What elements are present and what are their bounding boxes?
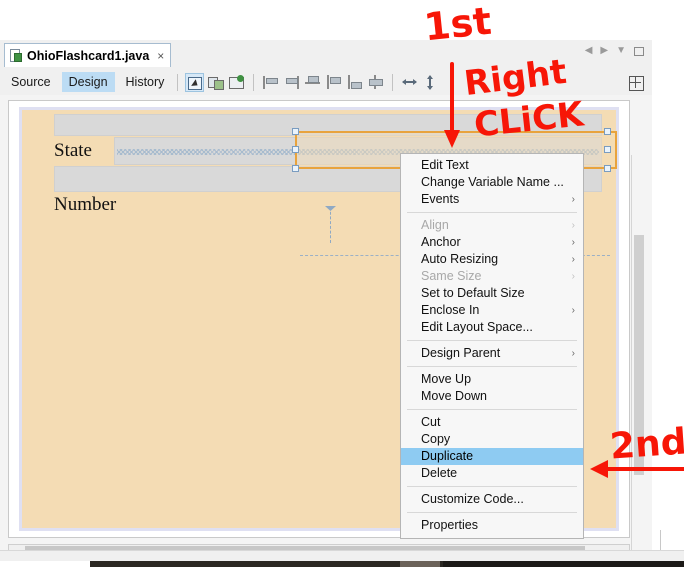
menu-item-duplicate[interactable]: Duplicate	[401, 448, 583, 465]
resize-handle-top-left[interactable]	[292, 128, 299, 135]
window-nav-controls: ◀ ▶ ▼	[585, 46, 644, 56]
maximize-icon[interactable]	[634, 46, 644, 56]
resize-handle-bottom-right[interactable]	[604, 165, 611, 172]
menu-item-enclose-in[interactable]: Enclose In ›	[401, 302, 583, 319]
tab-design[interactable]: Design	[61, 72, 115, 92]
menu-item-label: Edit Layout Space...	[421, 320, 533, 334]
right-gutter	[652, 40, 684, 550]
alignment-guide-vertical	[330, 207, 331, 243]
back-icon[interactable]: ◀	[585, 46, 593, 56]
menu-item-label: Move Up	[421, 372, 472, 386]
menu-separator	[407, 409, 577, 410]
menu-item-customize-code[interactable]: Customize Code...	[401, 491, 583, 508]
align-left-icon[interactable]	[261, 73, 280, 92]
resize-handle-middle-right[interactable]	[604, 146, 611, 153]
toolbar-separator	[177, 73, 179, 91]
vertical-scroll-thumb[interactable]	[634, 235, 644, 475]
menu-item-label: Edit Text	[421, 158, 469, 172]
menu-item-label: Events	[421, 192, 460, 206]
toolbar-right-group	[625, 73, 646, 92]
menu-item-anchor[interactable]: Anchor ›	[401, 234, 583, 251]
menu-item-same-size: Same Size ›	[401, 268, 583, 285]
menu-item-edit-layout-space[interactable]: Edit Layout Space...	[401, 319, 583, 336]
selection-mode-icon[interactable]	[185, 72, 205, 92]
align-bottom-icon[interactable]	[345, 73, 364, 92]
menu-item-label: Copy	[421, 432, 451, 446]
align-center-vertical-icon[interactable]	[366, 73, 385, 92]
menu-item-label: Set to Default Size	[421, 286, 525, 300]
resize-handle-middle-left[interactable]	[292, 146, 299, 153]
menu-item-move-down[interactable]: Move Down	[401, 388, 583, 405]
annotation-area-top	[0, 0, 684, 40]
menu-item-cut[interactable]: Cut	[401, 414, 583, 431]
menu-item-auto-resizing[interactable]: Auto Resizing ›	[401, 251, 583, 268]
resize-vertical-icon[interactable]	[421, 73, 440, 92]
toolbar-separator	[392, 73, 394, 91]
tab-design-label: Design	[68, 75, 108, 89]
menu-item-label: Cut	[421, 415, 441, 429]
file-tab-label: OhioFlashcard1.java	[27, 48, 150, 63]
preview-design-icon[interactable]	[227, 73, 246, 92]
tab-history[interactable]: History	[119, 72, 172, 92]
close-icon[interactable]: ×	[157, 50, 164, 62]
menu-item-label: Change Variable Name ...	[421, 175, 564, 189]
tab-history-label: History	[125, 75, 165, 89]
menu-item-label: Design Parent	[421, 346, 501, 360]
tab-source-label: Source	[11, 75, 51, 89]
connection-mode-icon[interactable]	[206, 73, 225, 92]
menu-separator	[407, 340, 577, 341]
chevron-right-icon: ›	[571, 254, 575, 265]
menu-item-label: Anchor	[421, 235, 461, 249]
menu-item-align: Align ›	[401, 217, 583, 234]
menu-separator	[407, 512, 577, 513]
java-file-icon	[10, 48, 23, 63]
chevron-right-icon: ›	[571, 194, 575, 205]
menu-item-copy[interactable]: Copy	[401, 431, 583, 448]
context-menu[interactable]: Edit Text Change Variable Name ... Events ›…	[400, 153, 584, 539]
chevron-right-icon: ›	[571, 348, 575, 359]
forward-icon[interactable]: ▶	[600, 46, 608, 56]
menu-item-label: Customize Code...	[421, 492, 524, 506]
chevron-down-icon[interactable]: ▼	[616, 46, 626, 56]
menu-item-label: Enclose In	[421, 303, 480, 317]
menu-item-properties[interactable]: Properties	[401, 517, 583, 534]
menu-item-label: Same Size	[421, 269, 482, 283]
menu-item-delete[interactable]: Delete	[401, 465, 583, 482]
vertical-scrollbar[interactable]	[631, 155, 646, 565]
chevron-right-icon: ›	[571, 271, 575, 282]
align-center-horizontal-icon[interactable]	[324, 73, 343, 92]
chevron-right-icon: ›	[571, 305, 575, 316]
menu-item-move-up[interactable]: Move Up	[401, 371, 583, 388]
menu-item-label: Auto Resizing	[421, 252, 499, 266]
resize-handle-top-right[interactable]	[604, 128, 611, 135]
file-tab-ohioflashcard1[interactable]: OhioFlashcard1.java ×	[4, 43, 172, 67]
menu-item-design-parent[interactable]: Design Parent ›	[401, 345, 583, 362]
tab-bar: OhioFlashcard1.java × ◀ ▶ ▼	[0, 40, 652, 70]
taskbar	[0, 561, 684, 567]
menu-item-label: Duplicate	[421, 449, 474, 463]
align-right-icon[interactable]	[282, 73, 301, 92]
menu-separator	[407, 212, 577, 213]
design-toolbar: Source Design History	[0, 69, 652, 96]
label-number[interactable]: Number	[54, 194, 116, 216]
tab-source[interactable]: Source	[4, 72, 58, 92]
chevron-right-icon: ›	[571, 220, 575, 231]
menu-separator	[407, 486, 577, 487]
menu-item-label: Align	[421, 218, 449, 232]
chevron-right-icon: ›	[571, 237, 575, 248]
label-state[interactable]: State	[54, 136, 92, 166]
resize-handle-bottom-left[interactable]	[292, 165, 299, 172]
menu-item-edit-text[interactable]: Edit Text	[401, 157, 583, 174]
grid-layout-icon[interactable]	[626, 73, 645, 92]
menu-item-events[interactable]: Events ›	[401, 191, 583, 208]
menu-item-label: Move Down	[421, 389, 487, 403]
menu-item-set-to-default-size[interactable]: Set to Default Size	[401, 285, 583, 302]
menu-item-change-variable-name[interactable]: Change Variable Name ...	[401, 174, 583, 191]
menu-item-label: Properties	[421, 518, 478, 532]
align-top-icon[interactable]	[303, 73, 322, 92]
toolbar-separator	[253, 73, 255, 91]
menu-item-label: Delete	[421, 466, 458, 480]
menu-separator	[407, 366, 577, 367]
resize-horizontal-icon[interactable]	[400, 73, 419, 92]
